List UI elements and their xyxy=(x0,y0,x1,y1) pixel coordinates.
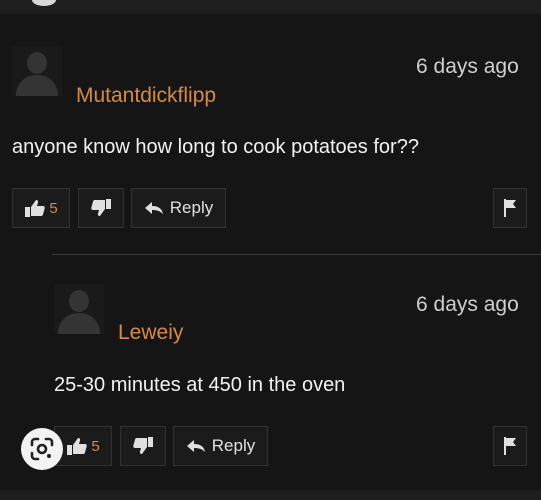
comment-text: 25-30 minutes at 450 in the oven xyxy=(54,374,346,396)
comment-timestamp: 6 days ago xyxy=(416,55,519,78)
comment-timestamp: 6 days ago xyxy=(416,293,519,316)
like-count: 5 xyxy=(91,437,100,455)
dislike-button[interactable] xyxy=(78,188,124,228)
avatar xyxy=(12,46,62,96)
reply-arrow-icon xyxy=(144,201,164,215)
google-lens-icon[interactable] xyxy=(21,428,63,470)
comment-text: anyone know how long to cook potatoes fo… xyxy=(12,136,419,158)
flag-button[interactable] xyxy=(493,426,527,466)
avatar xyxy=(54,284,104,334)
thumbs-down-icon xyxy=(132,436,154,456)
reply-label: Reply xyxy=(169,198,214,217)
reply-label: Reply xyxy=(211,436,256,455)
comment-username[interactable]: Leweiy xyxy=(118,321,183,345)
reply-arrow-icon xyxy=(186,439,206,453)
like-count: 5 xyxy=(49,199,58,217)
reply-button[interactable]: Reply xyxy=(173,426,268,466)
like-button[interactable]: 5 xyxy=(12,188,70,228)
flag-icon xyxy=(502,436,518,456)
bottom-bar xyxy=(0,490,541,500)
dislike-button[interactable] xyxy=(120,426,166,466)
reply-button[interactable]: Reply xyxy=(131,188,226,228)
top-partial-element xyxy=(32,0,56,6)
comment-username[interactable]: Mutantdickflipp xyxy=(76,84,216,108)
flag-button[interactable] xyxy=(493,188,527,228)
flag-icon xyxy=(502,198,518,218)
thumbs-down-icon xyxy=(90,198,112,218)
top-bar xyxy=(0,0,541,14)
thumbs-up-icon xyxy=(66,436,88,456)
thumbs-up-icon xyxy=(24,198,46,218)
divider xyxy=(52,254,541,255)
